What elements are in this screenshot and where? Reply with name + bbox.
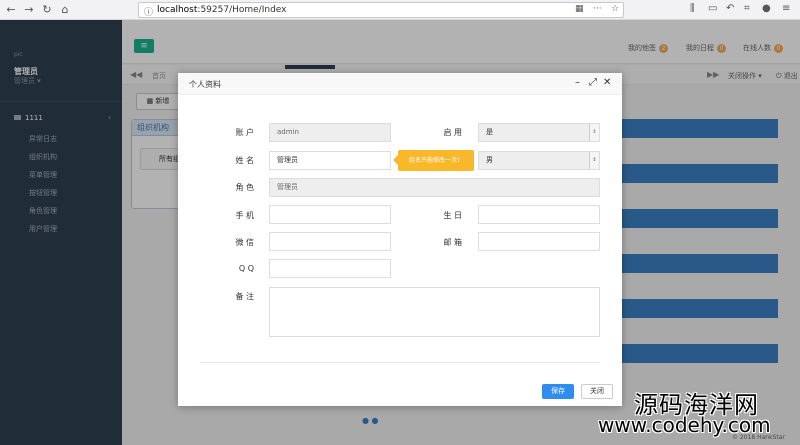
account-label: 账 户 xyxy=(235,128,254,137)
remark-label: 备 注 xyxy=(235,292,254,301)
wechat-label: 微 信 xyxy=(235,238,254,247)
bookmark-star-icon[interactable]: ☆ xyxy=(611,4,619,14)
profile-dialog: 个人资料 – ⤢ ✕ 账 户 admin 启 用 是 ⇕ 姓 名 管理员 姓名只能… xyxy=(178,73,622,406)
dialog-footer-divider xyxy=(200,362,600,363)
role-input: 管理员 xyxy=(269,178,600,197)
qq-label: Q Q xyxy=(238,264,254,273)
name-input[interactable]: 管理员 xyxy=(269,151,391,170)
browser-toolbar: ← → ↻ ⌂ ⓘ localhost:59257/Home/Index ▦ ·… xyxy=(0,0,800,20)
name-label: 姓 名 xyxy=(235,156,254,165)
maximize-icon[interactable]: ⤢ xyxy=(589,77,597,89)
url-text: localhost:59257/Home/Index xyxy=(157,5,287,15)
chevron-down-icon: ⇕ xyxy=(589,152,599,169)
chat-icon[interactable]: ● xyxy=(762,3,771,14)
hamburger-menu-icon[interactable]: ≡ xyxy=(782,3,790,14)
forward-icon[interactable]: → xyxy=(22,3,36,17)
phone-input[interactable] xyxy=(269,205,391,224)
qq-input[interactable] xyxy=(269,259,391,278)
email-input[interactable] xyxy=(478,232,600,251)
info-icon[interactable]: ⓘ xyxy=(144,5,153,18)
enabled-select[interactable]: 是 ⇕ xyxy=(478,123,600,142)
qr-icon[interactable]: ▦ xyxy=(575,4,584,14)
sidebar-icon[interactable]: ▭ xyxy=(708,3,717,14)
undo-icon[interactable]: ↶ xyxy=(726,3,734,14)
email-label: 邮 箱 xyxy=(443,238,462,247)
wechat-input[interactable] xyxy=(269,232,391,251)
remark-textarea[interactable] xyxy=(269,287,600,337)
watermark-url: www.codehy.com xyxy=(598,413,771,437)
birthday-input[interactable] xyxy=(478,205,600,224)
close-button[interactable]: 关闭 xyxy=(581,384,613,399)
close-icon[interactable]: ✕ xyxy=(603,77,611,89)
account-input: admin xyxy=(269,123,391,142)
role-label: 角 色 xyxy=(235,183,254,192)
home-icon[interactable]: ⌂ xyxy=(58,3,72,17)
page-actions-icon[interactable]: ··· xyxy=(593,4,602,14)
gender-select[interactable]: 男 ⇕ xyxy=(478,151,600,170)
enabled-label: 启 用 xyxy=(443,128,462,137)
phone-label: 手 机 xyxy=(235,211,254,220)
dialog-title: 个人资料 xyxy=(189,80,221,89)
reload-icon[interactable]: ↻ xyxy=(40,3,54,17)
dialog-header: 个人资料 – ⤢ ✕ xyxy=(178,73,622,95)
chevron-down-icon: ⇕ xyxy=(589,124,599,141)
save-button[interactable]: 保存 xyxy=(542,384,574,399)
birthday-label: 生 日 xyxy=(443,211,462,220)
screenshot-icon[interactable]: ⌗ xyxy=(744,3,750,14)
back-icon[interactable]: ← xyxy=(4,3,18,17)
url-bar[interactable]: ⓘ localhost:59257/Home/Index ▦ ··· ☆ xyxy=(138,2,624,18)
library-icon[interactable]: ⫼ xyxy=(690,3,695,14)
minimize-icon[interactable]: – xyxy=(575,77,580,89)
name-warning-tooltip: 姓名只能修改一次！ xyxy=(393,150,474,171)
